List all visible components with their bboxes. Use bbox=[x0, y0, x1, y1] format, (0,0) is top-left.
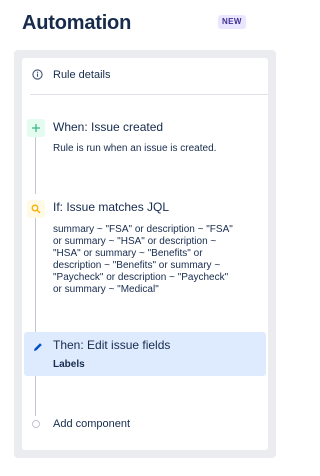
add-component-button[interactable]: Add component bbox=[22, 414, 268, 434]
add-component-label: Add component bbox=[53, 418, 131, 430]
rule-details-label: Rule details bbox=[53, 69, 111, 81]
jql-line: or summary ~ "HSA" or description ~ bbox=[53, 236, 217, 247]
page-title: Automation bbox=[22, 12, 132, 34]
jql-line: or summary ~ "Medical" bbox=[53, 284, 159, 295]
condition-title: If: Issue matches JQL bbox=[53, 200, 170, 214]
rule-panel: Rule details When: Issue created Rule is… bbox=[14, 50, 276, 458]
action-step[interactable]: Then: Edit issue fields Labels bbox=[24, 332, 266, 376]
action-detail: Labels bbox=[53, 359, 85, 370]
search-icon bbox=[27, 200, 45, 218]
jql-line: "Paycheck" or description ~ "Paycheck" bbox=[53, 272, 229, 283]
new-badge: NEW bbox=[218, 15, 246, 29]
connector-line bbox=[35, 376, 36, 416]
jql-line: description ~ "Benefits" or summary ~ bbox=[53, 260, 221, 271]
pencil-icon bbox=[34, 343, 42, 351]
trigger-title: When: Issue created bbox=[53, 120, 164, 134]
jql-line: "HSA" or summary ~ "Benefits" or bbox=[53, 248, 203, 259]
rule-details-link[interactable]: Rule details bbox=[22, 58, 268, 94]
jql-line: summary ~ "FSA" or description ~ "FSA" bbox=[53, 224, 233, 235]
jql-query: summary ~ "FSA" or description ~ "FSA" o… bbox=[53, 224, 269, 296]
connector-line bbox=[35, 218, 36, 332]
action-title: Then: Edit issue fields bbox=[53, 338, 171, 352]
divider bbox=[30, 94, 268, 95]
page-header: Automation NEW bbox=[22, 10, 262, 38]
add-dot-icon bbox=[32, 420, 40, 428]
info-icon bbox=[32, 69, 43, 80]
connector-line bbox=[35, 136, 36, 194]
trigger-description: Rule is run when an issue is created. bbox=[53, 143, 217, 154]
plus-icon bbox=[27, 119, 45, 137]
rule-chain: Rule details When: Issue created Rule is… bbox=[22, 58, 268, 450]
